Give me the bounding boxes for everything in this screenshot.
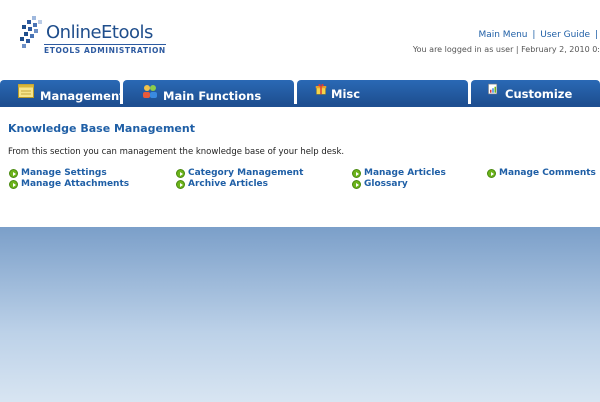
tab-main-functions[interactable]: Main Functions [123,80,294,104]
bullet-arrow-icon [487,169,496,178]
link-label: Category Management [188,168,304,178]
link-label: Manage Settings [21,168,107,178]
tab-customize[interactable]: Customize [471,80,600,104]
tab-misc[interactable]: Misc [297,80,468,104]
gift-icon [315,84,327,95]
tab-label: Customize [505,87,573,101]
tab-bar: Management Main Functions Misc Customize [0,80,600,105]
header: OnlineEtools ETOOLS ADMINISTRATION Main … [0,0,600,80]
link-label: Manage Articles [364,168,446,178]
bullet-arrow-icon [176,169,185,178]
page-description: From this section you can management the… [8,147,345,157]
logo-subtitle: ETOOLS ADMINISTRATION [44,44,166,55]
tab-management[interactable]: Management [0,80,125,104]
tab-label: Main Functions [163,89,262,103]
tab-label: Misc [331,87,361,101]
link-separator: | [592,30,598,40]
logged-in-status: You are logged in as user | February 2, … [412,45,600,54]
bullet-arrow-icon [9,180,18,189]
bullet-arrow-icon [176,180,185,189]
page-title: Knowledge Base Management [8,122,195,135]
link-label: Manage Comments [499,168,596,178]
bullet-arrow-icon [352,180,361,189]
user-guide-link[interactable]: User Guide [540,30,590,40]
link-separator: | [529,30,539,40]
bullet-arrow-icon [9,169,18,178]
background-gradient [0,227,600,402]
tab-label: Management [40,89,125,103]
top-links: Main Menu | User Guide | [478,30,600,40]
logo-title: OnlineEtools [46,22,153,43]
users-icon [143,85,157,98]
link-label: Archive Articles [188,179,269,189]
notepad-icon [18,84,34,98]
main-content: Knowledge Base Management From this sect… [0,107,600,227]
link-label: Manage Attachments [21,179,130,189]
document-chart-icon [488,83,498,95]
logo[interactable]: OnlineEtools ETOOLS ADMINISTRATION [18,14,166,56]
link-label: Glossary [364,179,408,189]
bullet-arrow-icon [352,169,361,178]
main-menu-link[interactable]: Main Menu [478,30,527,40]
